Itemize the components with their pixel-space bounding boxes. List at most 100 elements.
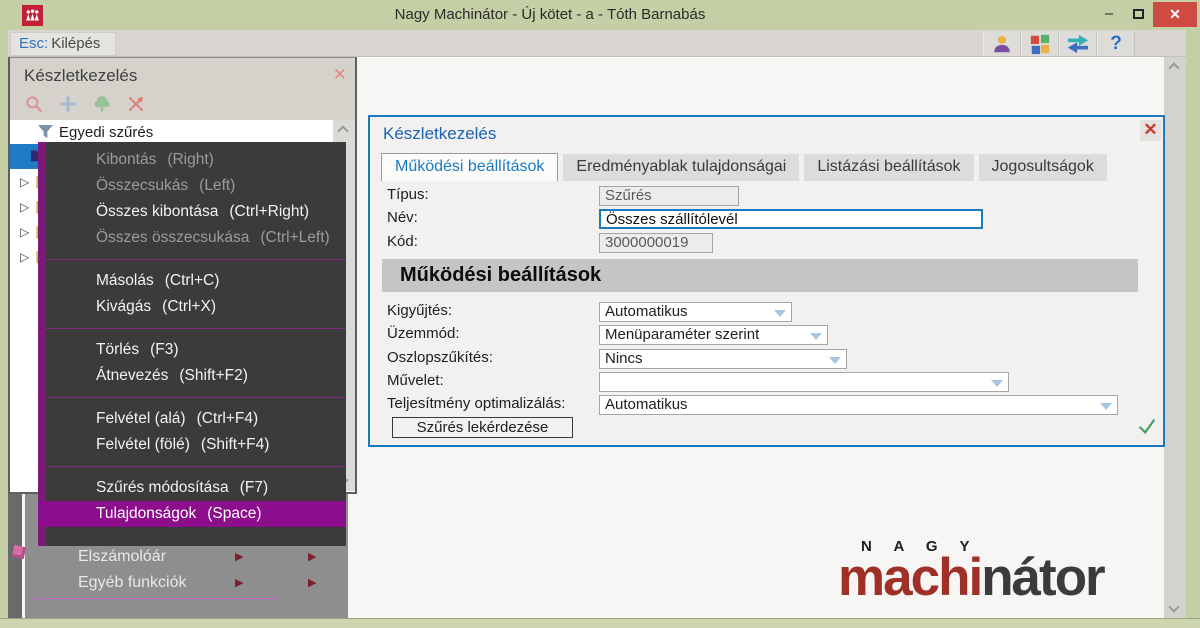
menu-item-kibontas[interactable]: Kibontás (Right): [46, 147, 346, 173]
menu-separator: [46, 466, 346, 467]
chevron-down-icon: [991, 380, 1003, 387]
teljesitmeny-dropdown[interactable]: Automatikus: [599, 395, 1118, 415]
uzemmod-dropdown[interactable]: Menüparaméter szerint: [599, 325, 828, 345]
tipus-input[interactable]: Szűrés: [599, 186, 739, 206]
dialog-tabs: Működési beállítások Eredményablak tulaj…: [381, 153, 1107, 181]
nev-input[interactable]: Összes szállítólevél: [599, 209, 983, 229]
window-frame-bottom: [0, 618, 1200, 628]
scroll-up-icon[interactable]: [337, 125, 349, 137]
search-icon[interactable]: [22, 92, 45, 115]
exit-label: Kilépés: [51, 35, 101, 52]
submenu-arrow-icon: ▶: [235, 551, 244, 563]
field-label: Név:: [387, 209, 418, 226]
field-label: Művelet:: [387, 372, 444, 389]
exit-button[interactable]: Esc: Kilépés: [10, 32, 116, 56]
expand-arrow-icon[interactable]: ▷: [20, 225, 29, 239]
user-button[interactable]: [983, 31, 1021, 56]
field-label: Kód:: [387, 233, 418, 250]
menu-item-felvetel-ala[interactable]: Felvétel (alá) (Ctrl+F4): [46, 406, 346, 432]
menu-item-szures-modositasa[interactable]: Szűrés módosítása (F7): [46, 475, 346, 501]
menu-item-osszecsukas[interactable]: Összecsukás (Left): [46, 173, 346, 199]
kod-input[interactable]: 3000000019: [599, 233, 713, 253]
apps-grid-icon: [1030, 34, 1050, 54]
cube-icon: [11, 544, 27, 560]
field-label: Üzemmód:: [387, 325, 460, 342]
menu-item-elszamoloar[interactable]: Elszámolóár ▶ ▶: [25, 544, 348, 570]
field-label: Oszlopszűkítés:: [387, 349, 493, 366]
menu-item-torles[interactable]: Törlés (F3): [46, 337, 346, 363]
main-toolbar: Esc: Kilépés ?: [0, 30, 1200, 57]
submenu-arrow-icon: ▶: [308, 577, 317, 589]
help-button[interactable]: ?: [1097, 31, 1135, 56]
panel-close-icon[interactable]: ✕: [333, 65, 347, 85]
menu-separator: [46, 259, 346, 260]
tab-listazasi-beallitasok[interactable]: Listázási beállítások: [804, 154, 974, 181]
tab-eredmenyablak-tulajdonsagai[interactable]: Eredményablak tulajdonságai: [563, 154, 800, 181]
window-frame-left: [0, 30, 8, 628]
menu-item-tulajdonsagok[interactable]: Tulajdonságok (Space): [38, 501, 346, 527]
menu-item-masolas[interactable]: Másolás (Ctrl+C): [46, 268, 346, 294]
menu-separator: [46, 397, 346, 398]
field-label: Teljesítmény optimalizálás:: [387, 395, 566, 412]
menu-separator: [33, 598, 277, 599]
submenu-arrow-icon: ▶: [308, 551, 317, 563]
inventory-panel-title: Készletkezelés: [24, 66, 138, 85]
expand-arrow-icon[interactable]: ▷: [20, 250, 29, 264]
tree-icon[interactable]: [90, 92, 113, 115]
exit-key-label: Esc:: [19, 35, 49, 52]
title-bar: Nagy Machinátor - Új kötet - a - Tóth Ba…: [0, 0, 1200, 30]
muvelet-dropdown[interactable]: [599, 372, 1009, 392]
chevron-down-icon: [1100, 403, 1112, 410]
filter-label: Egyedi szűrés: [59, 123, 154, 141]
brand-logo-main: machinátor: [838, 548, 1106, 607]
check-icon: [1138, 418, 1156, 435]
field-label: Típus:: [387, 186, 429, 203]
menu-item-atnevezes[interactable]: Átnevezés (Shift+F2): [46, 363, 346, 389]
add-icon[interactable]: [56, 92, 79, 115]
submenu-arrow-icon: ▶: [235, 577, 244, 589]
chevron-down-icon: [810, 333, 822, 340]
brand-logo: N A G Y machinátor: [838, 538, 1183, 607]
chevron-down-icon: [774, 310, 786, 317]
help-icon: ?: [1110, 32, 1122, 54]
tab-jogosultsagok[interactable]: Jogosultságok: [978, 154, 1107, 181]
query-filter-button[interactable]: Szűrés lekérdezése: [392, 417, 573, 438]
expand-arrow-icon[interactable]: ▷: [20, 175, 29, 189]
window-frame-right: [1186, 30, 1200, 628]
scroll-down-icon[interactable]: [1168, 601, 1180, 613]
close-button[interactable]: ✕: [1153, 2, 1197, 27]
chevron-down-icon: [829, 357, 841, 364]
section-header: Működési beállítások: [382, 259, 1138, 292]
filter-funnel-icon: [38, 125, 53, 139]
menu-item-kivagas[interactable]: Kivágás (Ctrl+X): [46, 294, 346, 320]
transfer-button[interactable]: [1059, 31, 1097, 56]
window-title: Nagy Machinátor - Új kötet - a - Tóth Ba…: [394, 6, 706, 23]
panel-icon-row: [22, 92, 147, 115]
field-label: Kigyűjtés:: [387, 302, 453, 319]
toolbar-icon-group: ?: [983, 31, 1135, 56]
context-menu: Kibontás (Right) Összecsukás (Left) Összes…: [38, 142, 346, 546]
pin-icon[interactable]: [124, 92, 147, 115]
properties-dialog: Készletkezelés ✕ Működési beállítások Er…: [368, 115, 1165, 447]
menu-item-osszes-osszecsukasa[interactable]: Összes összecsukása (Ctrl+Left): [46, 225, 346, 251]
user-icon: [994, 35, 1010, 52]
maximize-button[interactable]: [1124, 2, 1152, 27]
dialog-close-icon[interactable]: ✕: [1140, 120, 1161, 141]
maximize-icon: [1132, 9, 1144, 20]
dialog-title: Készletkezelés: [383, 124, 497, 143]
inventory-panel-header: Készletkezelés ✕: [10, 58, 355, 120]
expand-arrow-icon[interactable]: ▷: [20, 200, 29, 214]
kigyujtes-dropdown[interactable]: Automatikus: [599, 302, 792, 322]
scroll-up-icon[interactable]: [1168, 62, 1180, 74]
menu-separator: [46, 328, 346, 329]
vertical-scrollbar[interactable]: [1164, 57, 1186, 618]
menu-item-osszes-kibontasa[interactable]: Összes kibontása (Ctrl+Right): [46, 199, 346, 225]
oszlopszukites-dropdown[interactable]: Nincs: [599, 349, 847, 369]
menu-item-egyeb-funkciok[interactable]: Egyéb funkciók ▶ ▶: [25, 570, 348, 596]
filter-row[interactable]: Egyedi szűrés: [10, 120, 333, 144]
menu-item-felvetel-fole[interactable]: Felvétel (fölé) (Shift+F4): [46, 432, 346, 458]
tab-mukodesi-beallitasok[interactable]: Működési beállítások: [381, 153, 559, 181]
minimize-button[interactable]: –: [1095, 2, 1123, 27]
transfer-arrows-icon: [1067, 34, 1089, 53]
apps-button[interactable]: [1021, 31, 1059, 56]
